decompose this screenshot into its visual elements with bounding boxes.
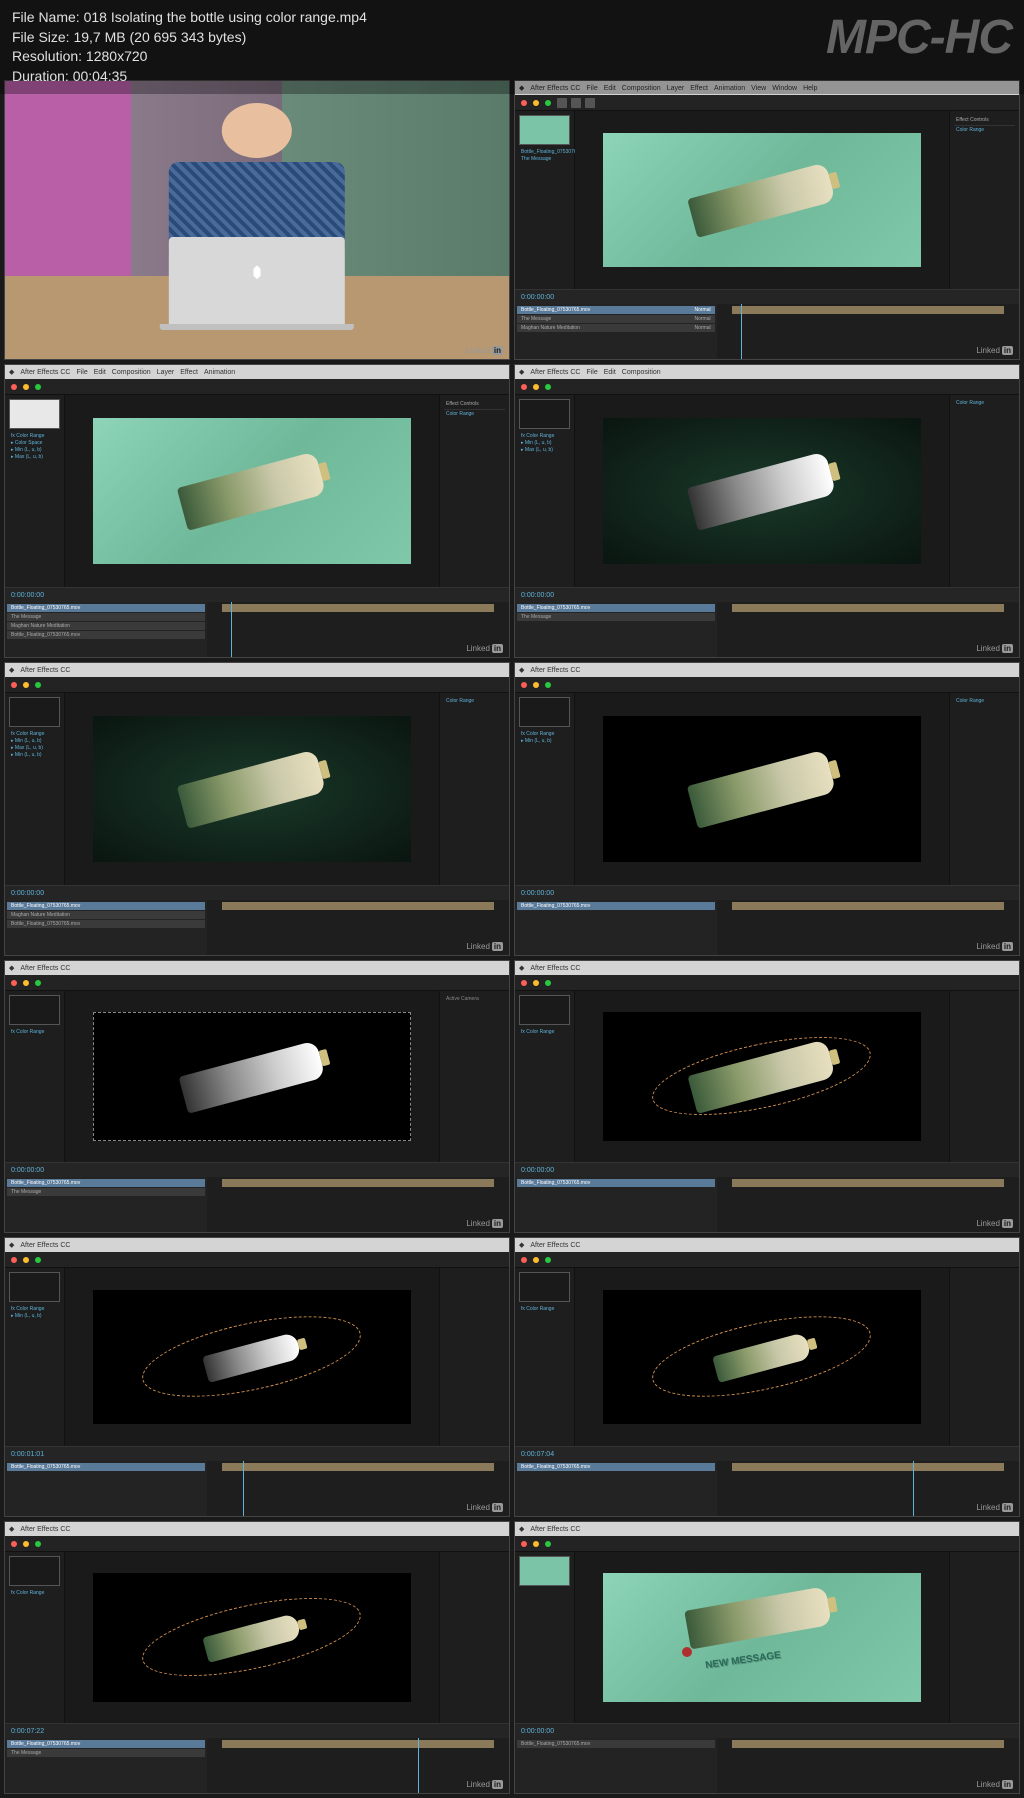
tool-icon [585,98,595,108]
layer-outline: Bottle_Floating_07530765.movNormal The M… [515,304,717,359]
linkedin-badge: Linked [976,346,1013,355]
ae-toolbar [515,95,1019,111]
linkedin-badge: Linked [466,346,503,355]
tool-icon [571,98,581,108]
layer-row: The MessageNormal [517,315,715,323]
apple-logo-icon [250,265,264,279]
effects-panel: Effect Controls Color Range [949,111,1019,289]
thumb-presenter: Linked [4,80,510,360]
thumb-ae-2: ◆ After Effects CC FileEditCompositionLa… [514,80,1020,360]
thumb-ae-11: ◆After Effects CC fx Color Range 0:00:07… [4,1521,510,1794]
ae-workspace: Bottle_Floating_07530765.mov The Message… [515,111,1019,289]
duration: Duration: 00:04:35 [12,67,1012,87]
timeline-tracks [717,304,1019,359]
comp-thumb [9,399,60,429]
panel-title: Effect Controls [954,115,1015,126]
presenter-person [169,103,345,256]
thumb-ae-10: ◆After Effects CC fx Color Range 0:00:07… [514,1237,1020,1517]
timeline-panel: 0:00:00:00 Bottle_Floating_07530765.movN… [515,289,1019,359]
thumb-ae-9: ◆After Effects CC fx Color Range▸ Min (L… [4,1237,510,1517]
timeline-header: 0:00:00:00 [515,290,1019,304]
layer-row: Bottle_Floating_07530765.movNormal [517,306,715,314]
red-marker-icon [682,1647,692,1657]
bottle-clip [688,162,837,238]
viewport-canvas [603,133,922,267]
project-panel: Bottle_Floating_07530765.mov The Message [515,111,575,289]
clip-bar [732,306,1004,314]
thumb-ae-12: ◆After Effects CC NEW MESSAGE 0:00:00:00… [514,1521,1020,1794]
tool-icon [557,98,567,108]
thumb-ae-6: ◆After Effects CC fx Color Range▸ Min (L… [514,662,1020,956]
mpc-hc-watermark: MPC-HC [826,10,1012,65]
laptop [169,237,345,326]
thumb-ae-8: ◆After Effects CC fx Color Range 0:00:00… [514,960,1020,1233]
timeline-body: Bottle_Floating_07530765.movNormal The M… [515,304,1019,359]
max-dot-icon [545,100,551,106]
layer-list: Bottle_Floating_07530765.mov The Message [519,147,570,165]
comp-thumb [519,115,570,145]
bottle-matte [687,451,837,530]
message-text: NEW MESSAGE [704,1650,781,1671]
composition-viewport [575,111,949,289]
min-dot-icon [533,100,539,106]
close-dot-icon [521,100,527,106]
thumb-ae-4: ◆After Effects CCFileEditComposition fx … [514,364,1020,658]
layer-row: Maghan Nature MeditationNormal [517,324,715,332]
thumb-ae-7: ◆After Effects CC fx Color Range Active … [4,960,510,1233]
head [222,103,293,158]
bottle-clip [177,451,327,530]
playhead [741,304,742,359]
current-time: 0:00:00:00 [521,294,554,301]
thumb-ae-3: ◆After Effects CCFileEditCompositionLaye… [4,364,510,658]
thumb-ae-5: ◆After Effects CC fx Color Range▸ Min (L… [4,662,510,956]
thumbnail-grid: Linked ◆ After Effects CC FileEditCompos… [0,0,1024,1798]
apple-menu-icon: ◆ [9,368,14,376]
